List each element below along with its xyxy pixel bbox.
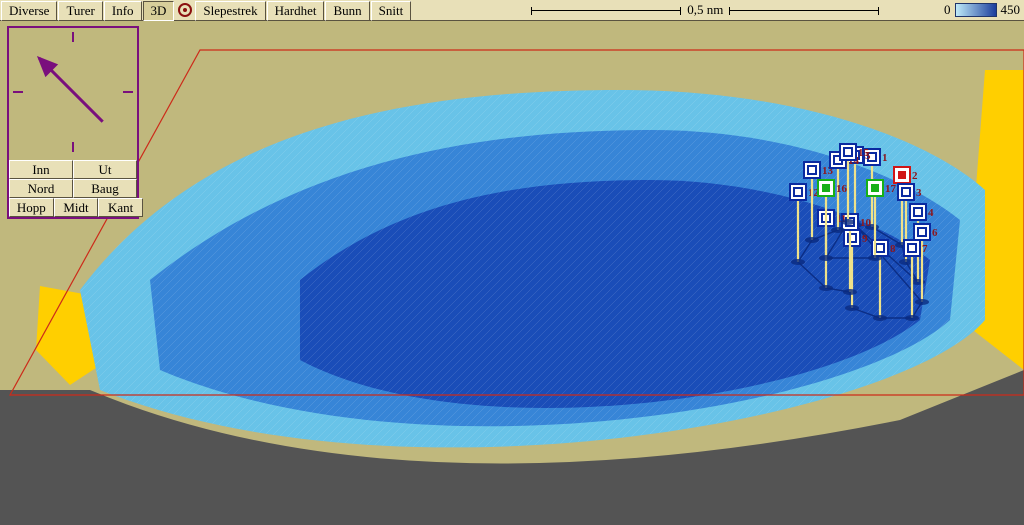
- marker-label-2: 2: [912, 170, 918, 182]
- marker-label-4: 4: [928, 207, 934, 219]
- nav-kant-button[interactable]: Kant: [98, 198, 143, 217]
- depth-min: 0: [944, 2, 951, 18]
- marker-7[interactable]: [904, 240, 920, 256]
- marker-12[interactable]: [790, 184, 806, 200]
- marker-label-7: 7: [922, 243, 928, 255]
- marker-label-16: 16: [836, 183, 848, 195]
- marker-17[interactable]: [867, 180, 883, 196]
- nav-panel: InnUt NordBaug HoppMidtKant: [7, 26, 139, 219]
- nav-midt-button[interactable]: Midt: [54, 198, 99, 217]
- top-toolbar: DiverseTurerInfo3D SlepestrekHardhetBunn…: [0, 0, 1024, 21]
- marker-label-8: 8: [890, 243, 896, 255]
- marker-2[interactable]: [894, 167, 910, 183]
- toolbar-slepetrekk-button[interactable]: Slepestrek: [195, 1, 265, 21]
- scale-bar: 0,5 nm: [531, 0, 879, 20]
- target-icon[interactable]: [176, 1, 194, 19]
- marker-6[interactable]: [914, 224, 930, 240]
- marker-label-17: 17: [885, 183, 897, 195]
- marker-label-1: 1: [882, 152, 888, 164]
- toolbar-hardhet-button[interactable]: Hardhet: [267, 1, 325, 21]
- depth-gradient: [955, 3, 997, 17]
- toolbar-info-button[interactable]: Info: [104, 1, 142, 21]
- toolbar-turer-button[interactable]: Turer: [58, 1, 102, 21]
- nav-nord-button[interactable]: Nord: [9, 179, 73, 198]
- marker-4[interactable]: [910, 204, 926, 220]
- scale-label: 0,5 nm: [681, 2, 729, 18]
- marker-3[interactable]: [898, 184, 914, 200]
- toolbar-bunn-button[interactable]: Bunn: [325, 1, 369, 21]
- toolbar-diverse-button[interactable]: Diverse: [1, 1, 57, 21]
- marker-15[interactable]: [840, 144, 856, 160]
- viewport-3d[interactable]: 1234567891011121314151617: [0, 20, 1024, 525]
- toolbar-snitt-button[interactable]: Snitt: [371, 1, 412, 21]
- depth-legend: 0 450: [944, 0, 1024, 20]
- marker-label-15: 15: [858, 147, 870, 159]
- marker-label-3: 3: [916, 187, 922, 199]
- depth-max: 450: [1001, 2, 1021, 18]
- marker-label-10: 10: [860, 217, 872, 229]
- toolbar-3d-button[interactable]: 3D: [143, 1, 175, 21]
- nav-ut-button[interactable]: Ut: [73, 160, 137, 179]
- compass[interactable]: [11, 30, 135, 158]
- marker-16[interactable]: [818, 180, 834, 196]
- marker-label-9: 9: [862, 233, 868, 245]
- marker-13[interactable]: [804, 162, 820, 178]
- nav-inn-button[interactable]: Inn: [9, 160, 73, 179]
- marker-label-6: 6: [932, 227, 938, 239]
- nav-baug-button[interactable]: Baug: [73, 179, 137, 198]
- nav-hopp-button[interactable]: Hopp: [9, 198, 54, 217]
- marker-9[interactable]: [844, 230, 860, 246]
